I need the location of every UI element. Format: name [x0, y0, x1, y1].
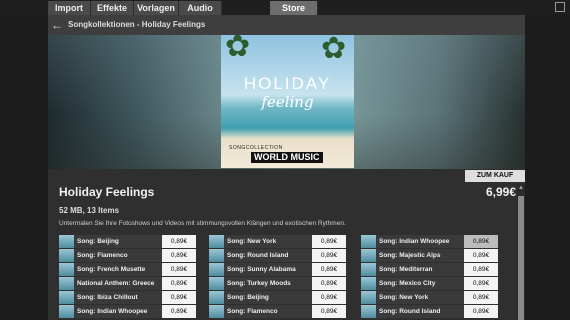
song-thumbnail — [361, 305, 376, 318]
song-price-button[interactable]: 0,89€ — [464, 277, 498, 290]
tab-effekte[interactable]: Effekte — [91, 1, 134, 15]
song-price-button[interactable]: 0,89€ — [312, 249, 346, 262]
breadcrumb: Songkollektionen - Holiday Feelings — [68, 20, 206, 29]
back-arrow-icon[interactable]: ← — [51, 17, 63, 33]
song-item[interactable]: Song: Flamenco 0,89€ — [59, 249, 196, 262]
song-thumbnail — [209, 291, 224, 304]
palm-icon: ✿ — [225, 35, 251, 63]
song-name: Song: Flamenco — [227, 308, 278, 315]
song-name: Song: Ibiza Chillout — [77, 294, 138, 301]
song-price-button[interactable]: 0,89€ — [162, 235, 196, 248]
song-name: Song: Indian Whoopee — [77, 308, 148, 315]
collection-price: 6,99€ — [485, 185, 516, 199]
song-thumbnail — [361, 291, 376, 304]
song-price-button[interactable]: 0,89€ — [464, 305, 498, 318]
collection-banner: ✿ ✿ HOLIDAY feeling SONGCOLLECTION WORLD… — [48, 35, 525, 169]
song-name: Song: Round Island — [379, 308, 441, 315]
song-item[interactable]: Song: Sunny Alabama 0,89€ — [209, 263, 346, 276]
song-item[interactable]: Song: Ibiza Chillout 0,89€ — [59, 291, 196, 304]
navigation-bar: ← Songkollektionen - Holiday Feelings — [48, 15, 525, 35]
song-name: Song: Round Island — [227, 252, 289, 259]
song-thumbnail — [361, 263, 376, 276]
tab-bar: Import Effekte Vorlagen Audio Store — [0, 0, 570, 15]
song-thumbnail — [361, 277, 376, 290]
scroll-up-icon[interactable]: ▲ — [518, 185, 524, 191]
song-name: Song: Flamenco — [77, 252, 128, 259]
song-price-button[interactable]: 0,89€ — [162, 305, 196, 318]
song-thumbnail — [59, 249, 74, 262]
song-item[interactable]: Song: Round Island 0,89€ — [209, 249, 346, 262]
song-item[interactable]: Song: Round Island 0,89€ — [361, 305, 498, 318]
song-price-button[interactable]: 0,89€ — [464, 263, 498, 276]
song-price-button[interactable]: 0,89€ — [162, 291, 196, 304]
buy-button[interactable]: ZUM KAUF — [465, 170, 525, 182]
song-thumbnail — [209, 235, 224, 248]
song-thumbnail — [361, 249, 376, 262]
scrollbar[interactable]: ▲ — [517, 184, 525, 320]
collection-title: Holiday Feelings — [59, 185, 155, 199]
song-item[interactable]: Song: Majestic Alps 0,89€ — [361, 249, 498, 262]
song-thumbnail — [59, 305, 74, 318]
song-price-button[interactable]: 0,89€ — [162, 249, 196, 262]
song-thumbnail — [209, 249, 224, 262]
tab-import[interactable]: Import — [48, 1, 91, 15]
collection-meta: 52 MB, 13 Items — [59, 206, 120, 215]
song-price-button[interactable]: 0,89€ — [312, 263, 346, 276]
tab-store[interactable]: Store — [270, 1, 318, 15]
scrollbar-thumb[interactable] — [518, 196, 524, 320]
window-maximize-icon[interactable] — [555, 2, 565, 12]
song-item[interactable]: Song: Flamenco 0,89€ — [209, 305, 346, 318]
song-item[interactable]: Song: Indian Whoopee 0,89€ — [361, 235, 498, 248]
song-name: Song: Indian Whoopee — [379, 238, 450, 245]
song-name: Song: New York — [379, 294, 429, 301]
song-thumbnail — [59, 277, 74, 290]
song-price-button[interactable]: 0,89€ — [464, 235, 498, 248]
song-price-button[interactable]: 0,89€ — [312, 305, 346, 318]
collection-description: Untermalen Sie Ihre Fotoshows und Videos… — [59, 220, 346, 227]
song-price-button[interactable]: 0,89€ — [162, 263, 196, 276]
song-name: Song: French Musette — [77, 266, 146, 273]
song-name: Song: Majestic Alps — [379, 252, 441, 259]
song-thumbnail — [209, 305, 224, 318]
song-thumbnail — [209, 263, 224, 276]
song-name: Song: New York — [227, 238, 277, 245]
song-name: Song: Beijing — [77, 238, 119, 245]
palm-icon: ✿ — [321, 35, 347, 65]
song-name: Song: Turkey Moods — [227, 280, 291, 287]
song-price-button[interactable]: 0,89€ — [464, 291, 498, 304]
song-price-button[interactable]: 0,89€ — [464, 249, 498, 262]
song-item[interactable]: Song: New York 0,89€ — [209, 235, 346, 248]
song-name: National Anthem: Greece — [77, 280, 155, 287]
song-name: Song: Beijing — [227, 294, 269, 301]
song-thumbnail — [59, 291, 74, 304]
cover-image: ✿ ✿ HOLIDAY feeling SONGCOLLECTION WORLD… — [221, 35, 354, 168]
song-item[interactable]: Song: Mexico City 0,89€ — [361, 277, 498, 290]
song-name: Song: Mediterran — [379, 266, 433, 273]
song-item[interactable]: Song: New York 0,89€ — [361, 291, 498, 304]
song-thumbnail — [209, 277, 224, 290]
song-item[interactable]: Song: Indian Whoopee 0,89€ — [59, 305, 196, 318]
song-item[interactable]: Song: French Musette 0,89€ — [59, 263, 196, 276]
song-price-button[interactable]: 0,89€ — [312, 235, 346, 248]
song-thumbnail — [59, 263, 74, 276]
song-price-button[interactable]: 0,89€ — [312, 291, 346, 304]
song-thumbnail — [59, 235, 74, 248]
song-item[interactable]: Song: Mediterran 0,89€ — [361, 263, 498, 276]
song-name: Song: Mexico City — [379, 280, 436, 287]
song-price-button[interactable]: 0,89€ — [162, 277, 196, 290]
cover-subtitle: feeling — [261, 93, 314, 111]
song-price-button[interactable]: 0,89€ — [312, 277, 346, 290]
cover-genre: WORLD MUSIC — [251, 152, 323, 163]
song-name: Song: Sunny Alabama — [227, 266, 296, 273]
cover-title: HOLIDAY — [243, 74, 332, 93]
cover-series: SONGCOLLECTION — [229, 145, 283, 151]
song-thumbnail — [361, 235, 376, 248]
song-item[interactable]: Song: Turkey Moods 0,89€ — [209, 277, 346, 290]
tab-vorlagen[interactable]: Vorlagen — [134, 1, 179, 15]
song-item[interactable]: Song: Beijing 0,89€ — [59, 235, 196, 248]
song-item[interactable]: Song: Beijing 0,89€ — [209, 291, 346, 304]
tab-audio[interactable]: Audio — [179, 1, 222, 15]
song-item[interactable]: National Anthem: Greece 0,89€ — [59, 277, 196, 290]
